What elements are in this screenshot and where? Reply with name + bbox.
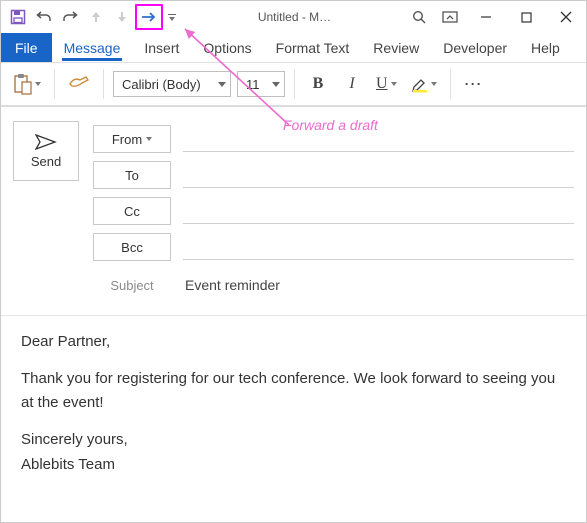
undo-icon[interactable] bbox=[31, 4, 57, 30]
title-bar-right bbox=[404, 2, 586, 32]
down-arrow-icon bbox=[109, 4, 135, 30]
underline-button[interactable]: U bbox=[372, 69, 401, 99]
highlight-button[interactable] bbox=[407, 69, 441, 99]
send-button[interactable]: Send bbox=[13, 121, 79, 181]
title-bar: Untitled - M… bbox=[1, 1, 586, 33]
bcc-button[interactable]: Bcc bbox=[93, 233, 171, 261]
send-icon bbox=[35, 134, 57, 150]
ribbon-toolbar: Calibri (Body) 11 B I U ⋯ bbox=[1, 63, 586, 107]
more-commands-button[interactable]: ⋯ bbox=[460, 69, 488, 99]
bold-button[interactable]: B bbox=[304, 69, 332, 99]
font-size-value: 11 bbox=[246, 77, 260, 92]
tab-review[interactable]: Review bbox=[361, 33, 431, 62]
send-label: Send bbox=[31, 154, 61, 169]
underline-glyph: U bbox=[376, 75, 388, 93]
to-field[interactable] bbox=[183, 162, 574, 188]
body-line: Dear Partner, bbox=[21, 330, 566, 353]
tab-help[interactable]: Help bbox=[519, 33, 572, 62]
maximize-button[interactable] bbox=[506, 2, 546, 32]
cc-field[interactable] bbox=[183, 198, 574, 224]
save-icon[interactable] bbox=[5, 4, 31, 30]
collapse-ribbon-icon[interactable] bbox=[434, 4, 466, 30]
message-body[interactable]: Dear Partner, Thank you for registering … bbox=[1, 315, 586, 506]
from-button[interactable]: From bbox=[93, 125, 171, 153]
body-line: Thank you for registering for our tech c… bbox=[21, 367, 566, 414]
font-size-combo[interactable]: 11 bbox=[237, 71, 285, 97]
paste-button[interactable] bbox=[9, 69, 45, 99]
search-icon[interactable] bbox=[404, 4, 434, 30]
to-button[interactable]: To bbox=[93, 161, 171, 189]
from-label: From bbox=[112, 132, 142, 147]
tab-insert[interactable]: Insert bbox=[132, 33, 191, 62]
tab-format-text[interactable]: Format Text bbox=[264, 33, 362, 62]
minimize-button[interactable] bbox=[466, 2, 506, 32]
outlook-compose-window: Untitled - M… File Message Insert Option… bbox=[0, 0, 587, 523]
redo-icon[interactable] bbox=[57, 4, 83, 30]
bcc-field[interactable] bbox=[183, 234, 574, 260]
window-title: Untitled - M… bbox=[191, 10, 398, 24]
italic-button[interactable]: I bbox=[338, 69, 366, 99]
compose-header: Send From To Cc Bcc bbox=[1, 107, 586, 315]
file-tab[interactable]: File bbox=[1, 33, 52, 62]
close-button[interactable] bbox=[546, 2, 586, 32]
quick-access-toolbar bbox=[5, 4, 181, 30]
cc-button[interactable]: Cc bbox=[93, 197, 171, 225]
font-name-combo[interactable]: Calibri (Body) bbox=[113, 71, 231, 97]
font-name-value: Calibri (Body) bbox=[122, 77, 201, 92]
format-painter-icon[interactable] bbox=[64, 69, 94, 99]
up-arrow-icon bbox=[83, 4, 109, 30]
customize-qat-icon[interactable] bbox=[163, 4, 181, 30]
forward-draft-icon[interactable] bbox=[135, 4, 163, 30]
tab-options[interactable]: Options bbox=[191, 33, 263, 62]
tab-developer[interactable]: Developer bbox=[431, 33, 519, 62]
tab-message[interactable]: Message bbox=[52, 33, 133, 62]
ribbon-tabs: File Message Insert Options Format Text … bbox=[1, 33, 586, 63]
subject-label: Subject bbox=[93, 278, 171, 293]
body-line: Sincerely yours, bbox=[21, 428, 566, 451]
body-line: Ablebits Team bbox=[21, 453, 566, 476]
subject-field[interactable] bbox=[183, 273, 574, 297]
from-field[interactable] bbox=[183, 126, 574, 152]
